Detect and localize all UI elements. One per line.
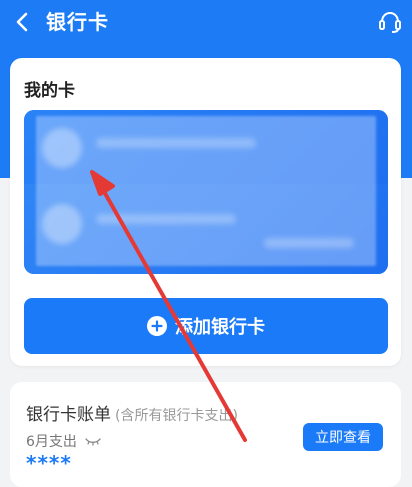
page-title: 银行卡 — [46, 10, 109, 34]
bill-title: 银行卡账单 — [26, 405, 111, 425]
view-bill-button[interactable]: 立即查看 — [303, 423, 383, 451]
blurred-text — [96, 138, 256, 148]
headset-icon — [379, 11, 401, 33]
blurred-text — [96, 214, 236, 224]
add-bank-card-label: 添加银行卡 — [175, 317, 265, 338]
masked-amount: **** — [26, 451, 72, 475]
customer-service-button[interactable] — [376, 8, 404, 36]
my-cards-title: 我的卡 — [24, 81, 75, 101]
eye-closed-icon[interactable] — [85, 436, 101, 446]
blurred-text — [264, 238, 354, 248]
back-button[interactable] — [8, 8, 36, 36]
add-bank-card-button[interactable]: 添加银行卡 — [24, 298, 388, 354]
bill-title-row: 银行卡账单 (含所有银行卡支出) — [26, 400, 238, 425]
bill-subtitle: (含所有银行卡支出) — [115, 408, 238, 424]
month-label: 6月支出 — [26, 434, 77, 450]
bank-card-list[interactable] — [24, 110, 388, 274]
app-header: 银行卡 — [0, 0, 412, 46]
chevron-left-icon — [16, 12, 28, 32]
plus-circle-icon — [147, 316, 167, 336]
bank-logo — [42, 204, 82, 244]
month-spending-row: 6月支出 — [26, 431, 101, 451]
card-bill-panel: 银行卡账单 (含所有银行卡支出) 6月支出 **** 立即查看 — [10, 382, 401, 487]
my-cards-panel: 我的卡 添加银行卡 — [10, 58, 401, 366]
bank-logo — [42, 128, 82, 168]
